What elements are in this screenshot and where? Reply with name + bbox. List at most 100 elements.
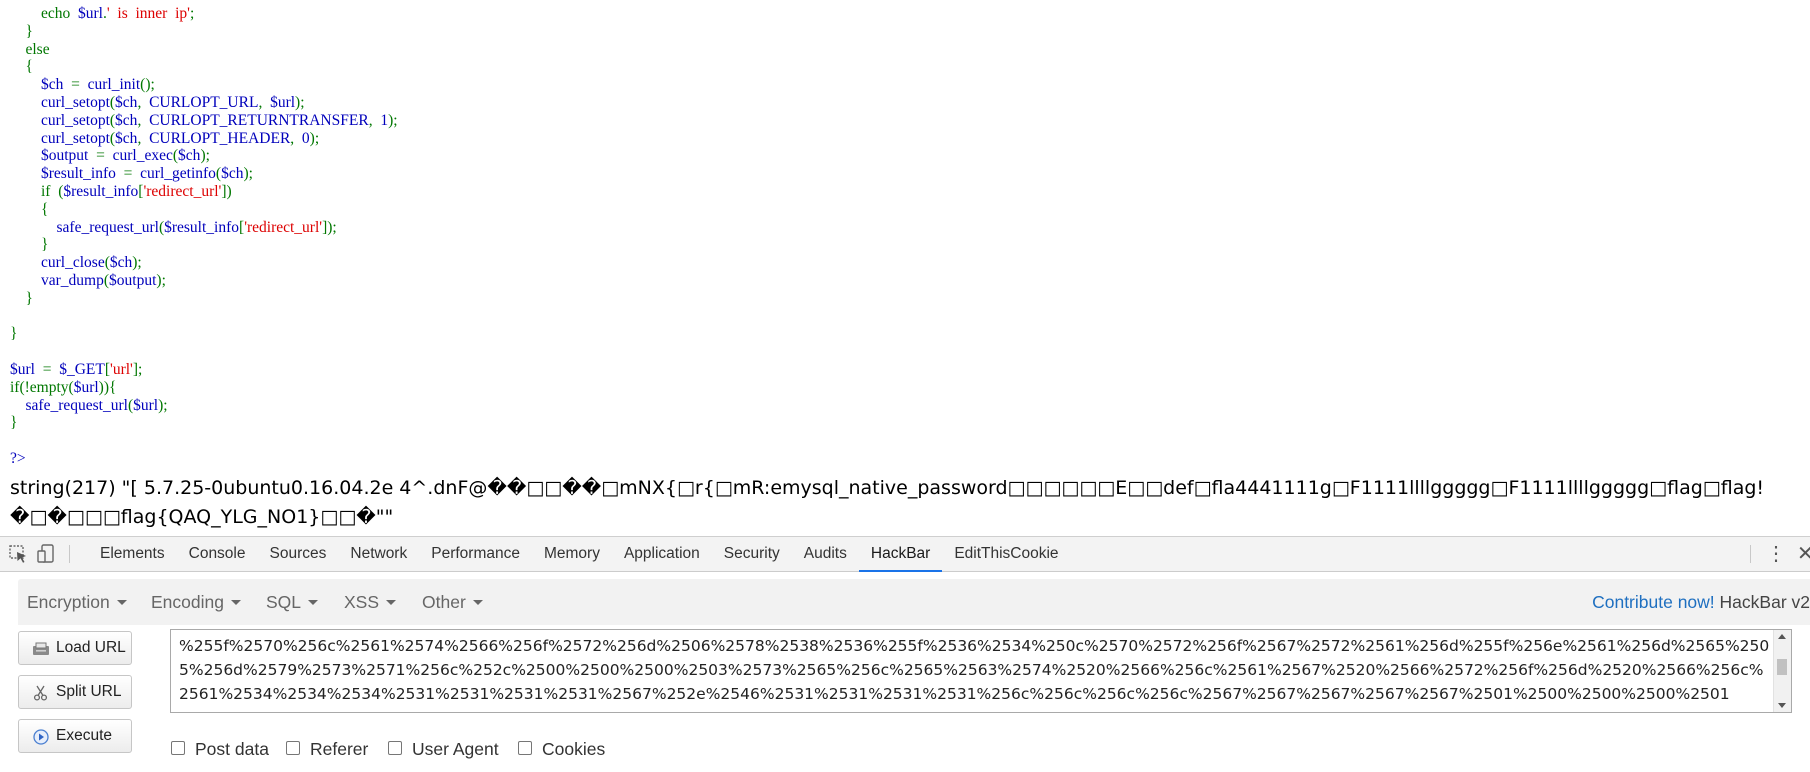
code-token: ?> (10, 450, 26, 467)
code-line: if ($result_info['redirect_url']) (10, 183, 232, 201)
code-token: $output (10, 147, 97, 165)
user-agent-checkbox[interactable]: User Agent (388, 739, 499, 759)
code-token: ); (156, 272, 166, 289)
device-toolbar-icon[interactable] (36, 544, 58, 564)
code-token: , (137, 129, 150, 147)
page-output: string(217) "[ 5.7.25-0ubuntu0.16.04.2e … (10, 474, 1800, 532)
scrollbar-thumb[interactable] (1777, 659, 1787, 675)
tab-audits[interactable]: Audits (792, 537, 859, 571)
tab-sources[interactable]: Sources (258, 537, 339, 571)
url-textarea-scrollbar[interactable] (1773, 630, 1791, 712)
tab-editthiscookie[interactable]: EditThisCookie (942, 537, 1070, 571)
tab-network[interactable]: Network (338, 537, 419, 571)
code-token: curl_setopt (10, 111, 110, 129)
code-token: ); (388, 111, 398, 129)
code-token: $ch (221, 165, 244, 183)
execute-button[interactable]: Execute (18, 719, 132, 753)
scroll-up-icon[interactable] (1778, 634, 1786, 639)
tab-hackbar[interactable]: HackBar (858, 537, 943, 572)
browser-page: echo $url.' is inner ip'; } else { $ch =… (0, 0, 1810, 772)
split-url-button[interactable]: Split URL (18, 675, 132, 709)
tab-performance[interactable]: Performance (419, 537, 532, 571)
load-url-button[interactable]: Load URL (18, 631, 132, 665)
code-token: CURLOPT_RETURNTRANSFER (149, 111, 369, 129)
inspect-element-icon[interactable] (8, 544, 30, 564)
checkbox-icon[interactable] (388, 741, 402, 756)
checkbox-icon[interactable] (171, 741, 185, 756)
code-token: curl_setopt (10, 94, 110, 111)
checkbox-icon[interactable] (286, 741, 300, 756)
tab-elements[interactable]: Elements (88, 537, 177, 571)
code-token: $ch (10, 76, 72, 94)
php-source-code: echo $url.' is inner ip'; } else { $ch =… (0, 0, 1810, 520)
code-token: CURLOPT_HEADER (149, 129, 291, 147)
code-token: ]; (132, 361, 143, 378)
tab-application[interactable]: Application (612, 537, 712, 571)
tab-security[interactable]: Security (712, 537, 792, 571)
code-line: $url = $_GET['url']; (10, 361, 142, 379)
code-line: ?> (10, 450, 26, 468)
referer-checkbox[interactable]: Referer (286, 739, 368, 759)
code-token: } (10, 22, 33, 40)
more-options-icon[interactable]: ⋮ (1766, 537, 1786, 571)
code-line: curl_setopt($ch, CURLOPT_HEADER, 0); (10, 130, 319, 148)
url-textarea-value[interactable]: %255f%2570%256c%2561%2574%2566%256f%2572… (179, 634, 1773, 706)
code-token: $url (133, 396, 159, 414)
menu-xss[interactable]: XSS (344, 579, 397, 625)
code-token: $result_info (63, 183, 139, 200)
cookies-label: Cookies (542, 739, 606, 759)
devtools-tab-bar: Elements Console Sources Network Perform… (0, 537, 1810, 572)
code-token: CURLOPT_URL (149, 94, 259, 111)
code-token: echo (10, 5, 79, 22)
code-token: , (137, 111, 150, 129)
code-token: 0 (301, 129, 310, 147)
menu-other-label: Other (422, 592, 466, 612)
post-data-checkbox[interactable]: Post data (171, 739, 269, 759)
code-line: } (10, 23, 33, 41)
code-token: if(!empty( (10, 378, 74, 396)
code-token: } (10, 289, 33, 307)
menu-encoding[interactable]: Encoding (151, 579, 241, 625)
code-token: = (123, 165, 141, 183)
code-token: } (10, 325, 18, 343)
contribute-link[interactable]: Contribute now! (1592, 592, 1715, 612)
code-token: safe_request_url (10, 396, 128, 414)
code-token: curl_close (10, 254, 105, 272)
code-token: } (10, 236, 49, 254)
code-token: $result_info (10, 165, 124, 183)
code-token: $ch (115, 129, 138, 147)
code-token: $output (109, 272, 157, 289)
code-token: curl_exec (112, 147, 173, 165)
code-token: ; (189, 5, 195, 22)
caret-down-icon (472, 599, 483, 605)
checkbox-icon[interactable] (518, 741, 532, 756)
code-token: curl_getinfo (140, 165, 216, 183)
code-line: { (10, 201, 48, 219)
code-token: ); (158, 396, 168, 414)
code-line: $output = curl_exec($ch); (10, 147, 210, 165)
code-line: echo $url.' is inner ip'; (10, 5, 194, 23)
url-textarea[interactable]: %255f%2570%256c%2561%2574%2566%256f%2572… (170, 629, 1792, 713)
devtools-tabs: Elements Console Sources Network Perform… (88, 537, 1071, 572)
caret-down-icon (230, 599, 241, 605)
menu-encryption-label: Encryption (27, 592, 110, 612)
code-token: 'redirect_url' (244, 218, 323, 236)
user-agent-label: User Agent (412, 739, 499, 759)
code-token: else (10, 40, 50, 58)
menu-encryption[interactable]: Encryption (27, 579, 127, 625)
code-line: $ch = curl_init(); (10, 76, 155, 94)
code-token: } (10, 414, 18, 432)
code-token: = (71, 76, 88, 94)
menu-other[interactable]: Other (422, 579, 483, 625)
caret-down-icon (116, 599, 127, 605)
tab-console[interactable]: Console (177, 537, 258, 571)
close-devtools-icon[interactable]: ✕ (1797, 537, 1810, 571)
code-line: } (10, 236, 48, 254)
code-token: ); (132, 254, 142, 272)
tab-memory[interactable]: Memory (532, 537, 612, 571)
code-token: curl_setopt (10, 129, 110, 147)
code-line: curl_setopt($ch, CURLOPT_RETURNTRANSFER,… (10, 112, 398, 130)
scroll-down-icon[interactable] (1778, 703, 1786, 708)
menu-sql[interactable]: SQL (266, 579, 319, 625)
cookies-checkbox[interactable]: Cookies (518, 739, 605, 759)
